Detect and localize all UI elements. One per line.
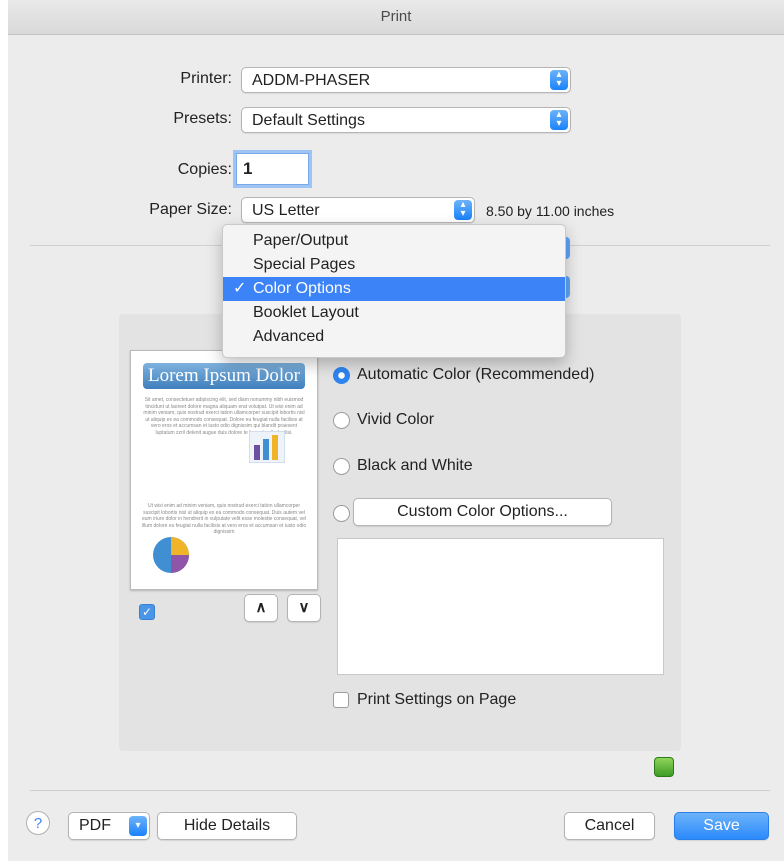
window-title: Print bbox=[8, 0, 784, 35]
print-queue-icon[interactable] bbox=[654, 757, 674, 777]
bar-chart-icon bbox=[249, 431, 285, 463]
pie-chart-icon bbox=[153, 537, 189, 573]
paper-size-dims: 8.50 by 11.00 inches bbox=[486, 203, 615, 219]
paper-size-value: US Letter bbox=[252, 202, 320, 219]
presets-popup[interactable]: Default Settings ▴ ▾ bbox=[241, 107, 571, 133]
page-up-button[interactable]: ∧ bbox=[244, 594, 278, 622]
black-and-white-label: Black and White bbox=[357, 457, 473, 474]
menu-item-paper-output[interactable]: Paper/Output bbox=[223, 229, 565, 253]
checkmark-icon: ✓ bbox=[233, 280, 247, 297]
automatic-color-label: Automatic Color (Recommended) bbox=[357, 366, 595, 383]
copies-field[interactable]: 1 bbox=[236, 153, 309, 185]
hide-details-button[interactable]: Hide Details bbox=[157, 812, 297, 840]
black-and-white-radio[interactable] bbox=[333, 458, 350, 475]
custom-color-options-button[interactable]: Custom Color Options... bbox=[353, 498, 612, 526]
updown-arrows-icon: ▴ ▾ bbox=[550, 110, 568, 130]
presets-value: Default Settings bbox=[252, 112, 365, 129]
menu-item-label: Color Options bbox=[253, 280, 351, 297]
printer-popup[interactable]: ADDM-PHASER ▴ ▾ bbox=[241, 67, 571, 93]
vivid-color-label: Vivid Color bbox=[357, 411, 435, 428]
show-quick-preview-checkbox[interactable]: ✓ bbox=[139, 604, 155, 620]
custom-color-radio[interactable] bbox=[333, 505, 350, 522]
menu-item-color-options[interactable]: ✓ Color Options bbox=[223, 277, 565, 301]
updown-arrows-icon: ▴ ▾ bbox=[454, 200, 472, 220]
printer-value: ADDM-PHASER bbox=[252, 72, 371, 89]
updown-arrows-icon: ▴ ▾ bbox=[550, 70, 568, 90]
pane-menu: Paper/Output Special Pages ✓ Color Optio… bbox=[222, 224, 566, 358]
printer-label: Printer: bbox=[180, 70, 232, 87]
pdf-label: PDF bbox=[79, 817, 111, 834]
menu-item-booklet-layout[interactable]: Booklet Layout bbox=[223, 301, 565, 325]
automatic-color-radio[interactable] bbox=[333, 367, 350, 384]
paper-size-label: Paper Size: bbox=[149, 201, 232, 218]
page-down-button[interactable]: ∨ bbox=[287, 594, 321, 622]
cancel-button[interactable]: Cancel bbox=[564, 812, 655, 840]
page-preview: Lorem Ipsum Dolor Sit amet, consectetuer… bbox=[130, 350, 318, 590]
menu-item-special-pages[interactable]: Special Pages bbox=[223, 253, 565, 277]
help-button[interactable]: ? bbox=[26, 811, 50, 835]
preview-title: Lorem Ipsum Dolor bbox=[143, 363, 305, 389]
print-settings-on-page-checkbox[interactable] bbox=[333, 692, 349, 708]
color-settings-box bbox=[337, 538, 664, 675]
presets-label: Presets: bbox=[173, 110, 232, 127]
chevron-down-icon: ▾ bbox=[129, 816, 147, 836]
vivid-color-radio[interactable] bbox=[333, 412, 350, 429]
pdf-menu-button[interactable]: PDF ▾ bbox=[68, 812, 150, 840]
menu-item-advanced[interactable]: Advanced bbox=[223, 325, 565, 349]
save-button[interactable]: Save bbox=[674, 812, 769, 840]
print-settings-on-page-label: Print Settings on Page bbox=[357, 691, 517, 708]
paper-size-popup[interactable]: US Letter ▴ ▾ bbox=[241, 197, 475, 223]
copies-label: Copies: bbox=[177, 161, 232, 178]
separator bbox=[30, 790, 770, 791]
